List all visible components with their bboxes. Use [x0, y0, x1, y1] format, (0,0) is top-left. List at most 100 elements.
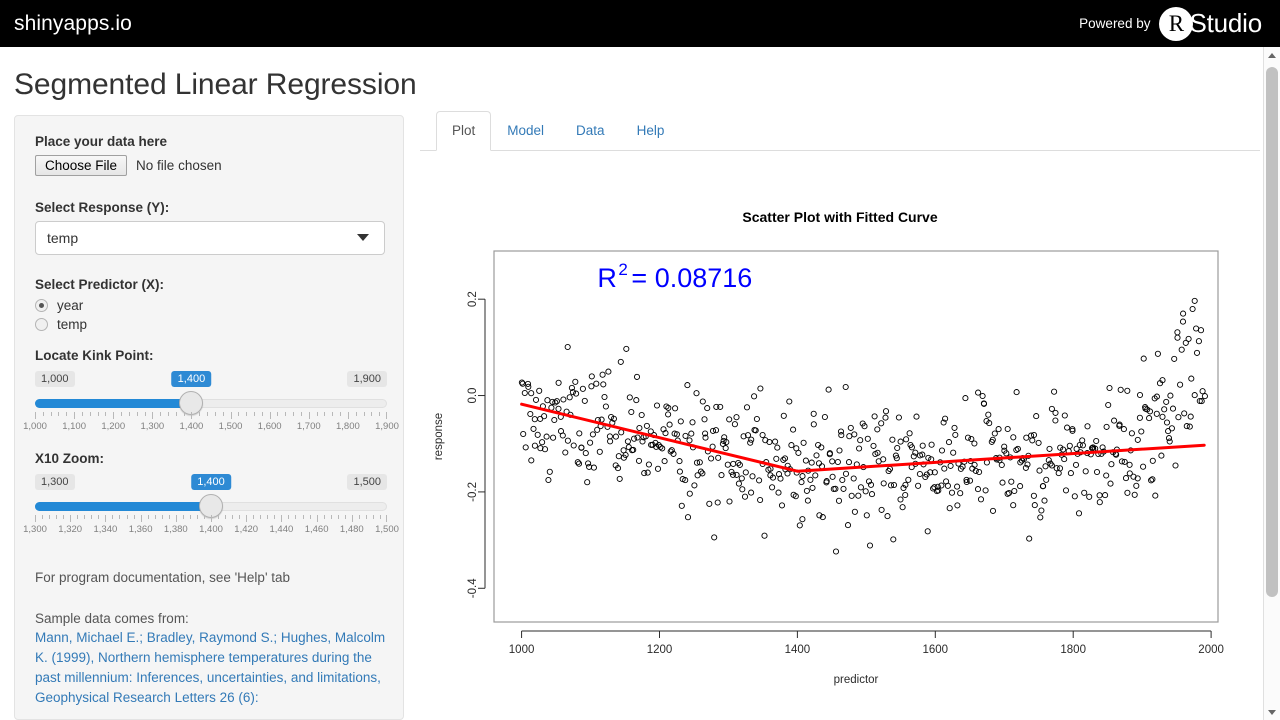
scatter-point	[741, 493, 749, 500]
scatter-point	[905, 476, 912, 483]
zoom-slider-label: X10 Zoom:	[35, 451, 105, 466]
slider-tick-minor	[183, 412, 185, 416]
slider-tick-minor	[154, 515, 156, 519]
scatter-point	[924, 528, 931, 535]
scrollbar-thumb[interactable]	[1266, 67, 1278, 597]
scatter-point	[598, 416, 605, 423]
scatter-point	[1159, 413, 1166, 420]
scatter-point	[1093, 468, 1101, 476]
scatter-point	[1128, 430, 1135, 437]
slider-tick	[230, 412, 232, 419]
scatter-point	[1169, 405, 1177, 412]
kink-slider-track-wrap[interactable]	[35, 391, 387, 415]
scatter-point	[974, 486, 982, 493]
scatter-point	[607, 438, 614, 445]
tab-data[interactable]: Data	[560, 111, 621, 151]
slider-tick-minor	[332, 412, 334, 416]
scatter-point	[691, 482, 698, 489]
scatter-point	[1010, 434, 1017, 441]
scatter-point	[582, 450, 589, 457]
scatter-point	[1066, 442, 1073, 449]
scatter-point	[829, 473, 836, 480]
scatter-point	[802, 457, 809, 464]
slider-tick-minor	[126, 515, 128, 519]
scatter-point	[623, 345, 630, 352]
scatter-point	[842, 470, 850, 477]
predictor-radio-label: Select Predictor (X):	[35, 277, 165, 292]
chevron-down-icon[interactable]	[357, 234, 369, 241]
y-tick-label: -0.2	[467, 482, 479, 502]
slider-tick-label: 1,440	[269, 524, 294, 535]
zoom-slider-ticks	[35, 515, 387, 522]
scatter-point	[1197, 327, 1205, 334]
zoom-slider-values: 1,300 1,400 1,500	[35, 474, 387, 494]
slider-tick-minor	[372, 515, 374, 519]
scatter-point	[1108, 461, 1115, 468]
scatter-point	[773, 455, 780, 462]
slider-tick-minor	[371, 412, 373, 416]
powered-by-label: Powered by	[1079, 16, 1151, 31]
scatter-point	[1124, 489, 1131, 496]
tab-model[interactable]: Model	[491, 111, 560, 151]
scatter-point	[1102, 492, 1109, 499]
scatter-point	[880, 480, 887, 487]
scatter-point	[862, 488, 869, 495]
x-tick-label: 1600	[922, 644, 948, 656]
radio-icon-temp[interactable]	[35, 318, 48, 331]
tab-help[interactable]: Help	[621, 111, 681, 151]
page-scrollbar[interactable]	[1263, 47, 1280, 720]
scatter-point	[882, 408, 890, 415]
y-tick-label: -0.4	[467, 578, 479, 598]
x-axis-title: predictor	[834, 674, 879, 686]
scatter-point	[665, 411, 672, 418]
slider-tick-minor	[330, 515, 332, 519]
slider-tick-minor	[147, 515, 149, 519]
kink-slider-values: 1,000 1,400 1,900	[35, 371, 387, 391]
slider-tick-minor	[225, 515, 227, 519]
scatter-point	[1174, 334, 1181, 341]
response-select[interactable]: temp	[35, 221, 385, 255]
slider-tick-minor	[267, 515, 269, 519]
scatter-point	[1185, 335, 1192, 342]
scatter-point	[534, 431, 541, 438]
scatter-point	[1013, 389, 1020, 396]
scatter-point	[601, 393, 608, 401]
scatter-point	[915, 482, 922, 489]
slider-tick-minor	[203, 515, 205, 519]
scatter-point	[686, 490, 693, 497]
scroll-down-icon[interactable]	[1264, 704, 1280, 720]
slider-tick	[191, 412, 193, 419]
slider-tick	[246, 515, 248, 522]
scatter-point	[759, 431, 766, 439]
radio-option-year[interactable]: year	[35, 298, 383, 313]
slider-tick-minor	[42, 515, 44, 519]
scatter-point	[753, 415, 760, 423]
scatter-point	[995, 426, 1002, 433]
scatter-point	[576, 430, 583, 437]
scatter-point	[1096, 499, 1103, 506]
scroll-up-icon[interactable]	[1264, 47, 1280, 63]
slider-tick-minor	[261, 412, 263, 416]
kink-slider-fill	[35, 399, 192, 408]
citation-link[interactable]: Mann, Michael E.; Bradley, Raymond S.; H…	[35, 628, 387, 708]
scatter-point	[1146, 415, 1153, 422]
slider-tick-minor	[196, 515, 198, 519]
scatter-point	[600, 381, 607, 388]
scatter-point	[677, 418, 684, 425]
tab-plot[interactable]: Plot	[436, 111, 492, 151]
scatter-point	[1064, 424, 1071, 431]
slider-tick-minor	[112, 515, 114, 519]
radio-icon-year[interactable]	[35, 299, 48, 312]
slider-tick-minor	[89, 412, 91, 416]
scatter-point	[757, 385, 764, 392]
choose-file-button[interactable]: Choose File	[35, 155, 128, 176]
scatter-point	[895, 414, 902, 421]
zoom-slider-track-wrap[interactable]	[35, 494, 387, 518]
scatter-point	[672, 405, 679, 412]
radio-label-temp: temp	[57, 317, 88, 332]
scatter-point	[1030, 492, 1037, 499]
slider-tick	[105, 515, 107, 522]
scatter-point	[810, 410, 817, 417]
radio-option-temp[interactable]: temp	[35, 317, 383, 332]
scatter-point	[581, 397, 588, 404]
